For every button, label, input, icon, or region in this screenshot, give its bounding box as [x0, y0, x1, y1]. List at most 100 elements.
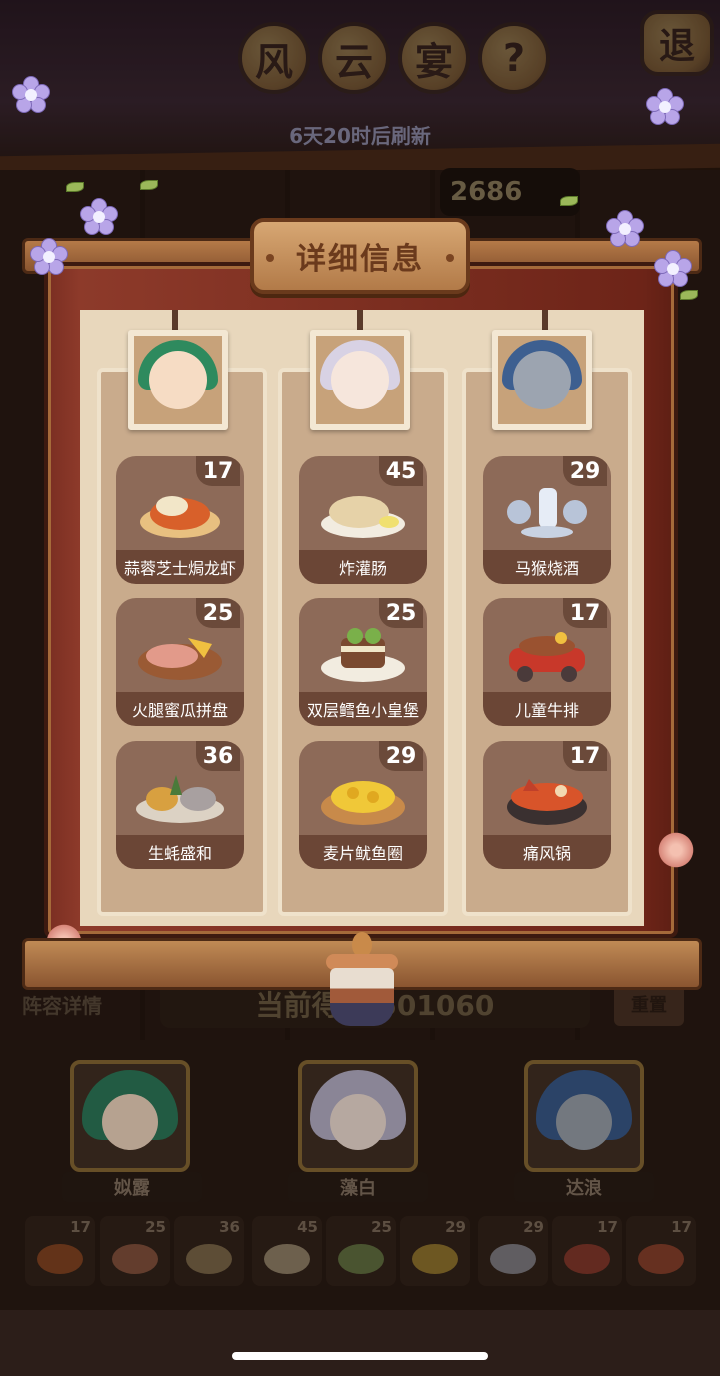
lineup-details-label[interactable]: 阵容详情	[22, 990, 102, 1019]
dish-count: 29	[563, 456, 607, 486]
lobster-dish-icon	[140, 496, 220, 538]
title-char-2: 云	[318, 22, 390, 94]
leaf-icon	[560, 196, 578, 206]
avatar-face	[102, 1094, 158, 1150]
slot-count: 25	[145, 1218, 166, 1236]
avatar-face	[556, 1094, 612, 1150]
slot-count: 45	[297, 1218, 318, 1236]
white-haired-girl-portrait[interactable]	[310, 330, 410, 430]
dish-card[interactable]: 17 蒜蓉芝士焗龙虾	[116, 456, 244, 584]
refresh-countdown: 6天20时后刷新	[289, 124, 431, 148]
flower-icon	[30, 238, 68, 276]
fried-sausage-icon	[264, 1244, 310, 1274]
dish-name: 蒜蓉芝士焗龙虾	[116, 550, 244, 584]
dish-card[interactable]: 17 痛风锅	[483, 741, 611, 869]
dish-slot-3[interactable]: 36	[174, 1216, 244, 1286]
hotpot-icon	[507, 779, 587, 825]
squid-rings-icon	[321, 781, 405, 825]
avatar-face	[330, 1094, 386, 1150]
dish-card[interactable]: 29 麦片鱿鱼圈	[299, 741, 427, 869]
fried-sausage-icon	[321, 496, 405, 538]
cod-burger-icon	[338, 1244, 384, 1274]
title-char-3: 宴	[398, 22, 470, 94]
flower-icon	[654, 250, 692, 288]
character-card-1[interactable]	[70, 1060, 190, 1172]
slot-count: 25	[371, 1218, 392, 1236]
top-score-display: 2686	[440, 168, 580, 216]
dish-name: 双层鳕鱼小皇堡	[299, 692, 427, 726]
character-name-2: 藻白	[288, 1172, 428, 1202]
dish-card[interactable]: 25 火腿蜜瓜拼盘	[116, 598, 244, 726]
exit-button[interactable]: 退	[640, 10, 714, 76]
tassel-ornament-icon	[326, 932, 398, 1028]
green-haired-girl-portrait[interactable]	[128, 330, 228, 430]
dish-slot-6[interactable]: 29	[400, 1216, 470, 1286]
leaf-icon	[66, 182, 84, 192]
dish-count: 25	[379, 598, 423, 628]
help-button[interactable]: ?	[478, 22, 550, 94]
dish-count: 25	[196, 598, 240, 628]
portrait-face	[149, 351, 207, 409]
dish-count: 17	[196, 456, 240, 486]
background-bottom-bar	[0, 1310, 720, 1376]
oyster-platter-icon	[186, 1244, 232, 1274]
kids-steak-car-icon	[564, 1244, 610, 1274]
character-card-3[interactable]	[524, 1060, 644, 1172]
dish-name: 火腿蜜瓜拼盘	[116, 692, 244, 726]
leaf-icon	[680, 290, 698, 300]
dish-name: 炸灌肠	[299, 550, 427, 584]
ham-melon-platter-icon	[138, 638, 222, 680]
title-char-1: 风	[238, 22, 310, 94]
dish-card[interactable]: 45 炸灌肠	[299, 456, 427, 584]
dish-card[interactable]: 17 儿童牛排	[483, 598, 611, 726]
dish-slot-9[interactable]: 17	[626, 1216, 696, 1286]
dish-count: 17	[563, 598, 607, 628]
dish-slot-1[interactable]: 17	[25, 1216, 95, 1286]
dish-card[interactable]: 25 双层鳕鱼小皇堡	[299, 598, 427, 726]
slot-count: 17	[671, 1218, 692, 1236]
dish-name: 儿童牛排	[483, 692, 611, 726]
slot-count: 17	[597, 1218, 618, 1236]
flower-icon	[606, 210, 644, 248]
slot-count: 36	[219, 1218, 240, 1236]
hotpot-icon	[638, 1244, 684, 1274]
portrait-face	[513, 351, 571, 409]
character-name-3: 达浪	[514, 1172, 654, 1202]
flower-icon	[12, 76, 50, 114]
dish-slot-7[interactable]: 29	[478, 1216, 548, 1286]
leaf-icon	[140, 180, 158, 190]
squid-rings-icon	[412, 1244, 458, 1274]
dialog-title: 详细信息	[250, 218, 470, 294]
flower-icon	[80, 198, 118, 236]
dish-slot-5[interactable]: 25	[326, 1216, 396, 1286]
dish-slot-8[interactable]: 17	[552, 1216, 622, 1286]
dish-slot-4[interactable]: 45	[252, 1216, 322, 1286]
monkey-wine-set-icon	[507, 488, 587, 538]
event-title: 风 云 宴 ?	[238, 22, 550, 94]
character-name-1: 姒露	[62, 1172, 202, 1202]
dish-name: 麦片鱿鱼圈	[299, 835, 427, 869]
character-card-2[interactable]	[298, 1060, 418, 1172]
oyster-platter-icon	[136, 775, 224, 823]
pink-flower-icon	[656, 830, 696, 870]
dish-name: 痛风锅	[483, 835, 611, 869]
cod-burger-icon	[321, 628, 405, 682]
slot-count: 17	[70, 1218, 91, 1236]
dish-count: 17	[563, 741, 607, 771]
lobster-dish-icon	[37, 1244, 83, 1274]
slot-count: 29	[445, 1218, 466, 1236]
dish-count: 45	[379, 456, 423, 486]
dish-name: 生蚝盛和	[116, 835, 244, 869]
dish-slot-2[interactable]: 25	[100, 1216, 170, 1286]
monkey-wine-set-icon	[490, 1244, 536, 1274]
ham-melon-platter-icon	[112, 1244, 158, 1274]
dish-name: 马猴烧酒	[483, 550, 611, 584]
flower-icon	[646, 88, 684, 126]
kids-steak-car-icon	[509, 632, 585, 682]
dish-count: 29	[379, 741, 423, 771]
wolf-officer-portrait[interactable]	[492, 330, 592, 430]
dish-card[interactable]: 29 马猴烧酒	[483, 456, 611, 584]
dish-card[interactable]: 36 生蚝盛和	[116, 741, 244, 869]
portrait-face	[331, 351, 389, 409]
home-indicator[interactable]	[232, 1352, 488, 1360]
